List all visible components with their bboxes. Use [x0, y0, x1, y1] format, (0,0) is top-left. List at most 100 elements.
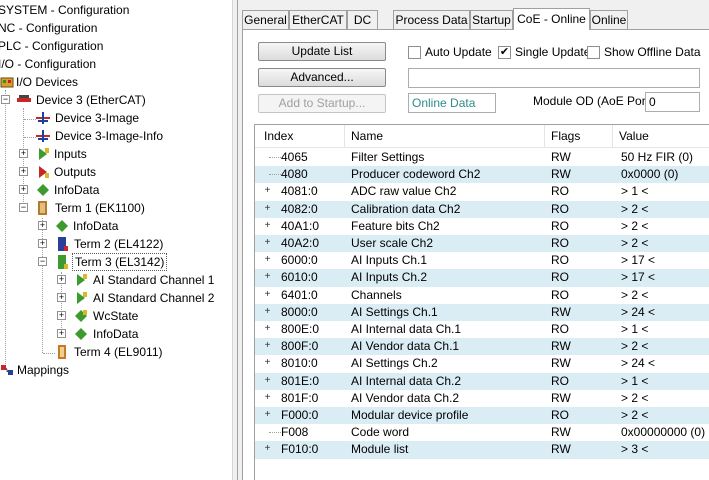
checkmark-icon[interactable]: ✔: [498, 46, 511, 59]
tab-startup[interactable]: Startup: [470, 10, 513, 29]
cell-index: 4081:0: [281, 184, 318, 199]
tab-ethercat[interactable]: EtherCAT: [289, 10, 347, 29]
expand-icon[interactable]: +: [57, 293, 66, 302]
expand-icon[interactable]: +: [263, 186, 272, 196]
checkbox-box[interactable]: [408, 46, 421, 59]
table-row[interactable]: +40A1:0 Feature bits Ch2 RO > 2 <: [255, 218, 709, 235]
expand-icon[interactable]: +: [57, 275, 66, 284]
collapse-icon[interactable]: −: [1, 95, 10, 104]
table-row[interactable]: + F000:0 Modular device profile RO > 2 <: [255, 407, 709, 425]
cell-value: 50 Hz FIR (0): [621, 150, 694, 164]
tree-item-label: Device 3-Image: [55, 111, 140, 125]
expand-icon[interactable]: +: [19, 167, 28, 176]
table-row[interactable]: + F010:0 Module list RW > 3 <: [255, 441, 709, 459]
expand-icon[interactable]: +: [263, 375, 272, 386]
cell-name: AI Internal data Ch.2: [351, 373, 462, 388]
column-header-value[interactable]: Value: [613, 125, 709, 147]
outputs-icon: [39, 166, 49, 178]
table-row[interactable]: +40A2:0 User scale Ch2 RO > 2 <: [255, 235, 709, 253]
table-row[interactable]: +801E:0 AI Internal data Ch.2 RO > 1 <: [255, 372, 709, 390]
table-row[interactable]: +6000:0 AI Inputs Ch.1 RO > 17 <: [255, 252, 709, 269]
tab-coe-online[interactable]: CoE - Online: [513, 8, 590, 30]
expand-icon[interactable]: +: [263, 220, 272, 231]
inputs-icon: [77, 292, 87, 304]
tree-item-label: InfoData: [73, 219, 119, 233]
cell-index: 801F:0: [281, 390, 319, 405]
expand-icon[interactable]: +: [263, 203, 272, 214]
cell-flags: RW: [551, 339, 571, 354]
table-row[interactable]: F008 Code word RW 0x00000000 (0): [255, 424, 709, 441]
table-row[interactable]: 4080 Producer codeword Ch2 RW 0x0000 (0): [255, 166, 709, 184]
tree-item-label: Mappings: [17, 363, 70, 377]
image-icon: [36, 112, 50, 124]
expand-icon[interactable]: +: [19, 149, 28, 158]
tree-item-label: SYSTEM - Configuration: [0, 3, 130, 17]
coe-object-table[interactable]: Index Name Flags Value 4065 Filter Settin…: [254, 124, 709, 480]
tree-item-label: Term 2 (EL4122): [74, 237, 164, 251]
cell-name: AI Inputs Ch.2: [351, 270, 428, 285]
table-row[interactable]: +4081:0 ADC raw value Ch2 RO > 1 <: [255, 183, 709, 200]
cell-name: Producer codeword Ch2: [351, 167, 481, 182]
checkbox-box[interactable]: [587, 46, 600, 59]
tree-item-label: AI Standard Channel 2: [93, 291, 215, 305]
tab-general[interactable]: General: [242, 10, 289, 29]
add-to-startup-button[interactable]: Add to Startup...: [258, 94, 386, 113]
expand-icon[interactable]: +: [19, 185, 28, 194]
tree-item-label: I/O - Configuration: [0, 57, 97, 71]
cell-value: > 2 <: [621, 236, 649, 250]
expand-icon[interactable]: +: [57, 329, 66, 338]
cell-value: > 2 <: [621, 390, 649, 405]
expand-icon[interactable]: +: [57, 311, 66, 320]
expand-icon[interactable]: +: [263, 255, 272, 265]
expand-icon[interactable]: +: [263, 410, 272, 420]
tree-item-label: Inputs: [54, 147, 87, 161]
cell-name: AI Inputs Ch.1: [351, 253, 428, 268]
collapse-icon[interactable]: −: [19, 203, 28, 212]
expand-icon[interactable]: +: [263, 238, 272, 248]
expand-icon[interactable]: +: [38, 221, 47, 230]
expand-icon[interactable]: +: [263, 306, 272, 317]
wcstate-icon: [75, 310, 87, 322]
expand-icon[interactable]: +: [263, 444, 272, 454]
table-row[interactable]: +8000:0 AI Settings Ch.1 RW > 24 <: [255, 303, 709, 321]
description-field[interactable]: [408, 68, 700, 88]
tab-process-data[interactable]: Process Data: [393, 10, 470, 29]
expand-icon[interactable]: +: [263, 392, 272, 403]
table-row[interactable]: 4065 Filter Settings RW 50 Hz FIR (0): [255, 149, 709, 166]
tree-item-label: Outputs: [54, 165, 97, 179]
inputs-icon: [39, 148, 49, 160]
table-row[interactable]: +801F:0 AI Vendor data Ch.2 RW > 2 <: [255, 390, 709, 407]
expand-icon[interactable]: +: [38, 239, 47, 248]
collapse-icon[interactable]: −: [38, 257, 47, 266]
cell-flags: RW: [551, 167, 571, 182]
cell-name: Filter Settings: [351, 150, 425, 164]
cell-value: > 1 <: [621, 184, 649, 199]
table-row[interactable]: +6401:0 Channels RO > 2 <: [255, 287, 709, 304]
tab-online[interactable]: Online: [590, 10, 628, 29]
tab-dc[interactable]: DC: [347, 10, 378, 29]
expand-icon[interactable]: +: [263, 272, 272, 282]
column-header-name[interactable]: Name: [345, 125, 545, 147]
table-row[interactable]: +800E:0 AI Internal data Ch.1 RO > 1 <: [255, 321, 709, 338]
update-list-button[interactable]: Update List: [258, 42, 386, 61]
tree-line: [269, 432, 281, 434]
io-devices-icon: [0, 77, 14, 88]
table-row[interactable]: +4082:0 Calibration data Ch2 RO > 2 <: [255, 200, 709, 218]
column-header-flags[interactable]: Flags: [545, 125, 613, 147]
solution-tree[interactable]: SYSTEM - Configuration NC - Configuratio…: [0, 0, 232, 480]
table-row[interactable]: +8010:0 AI Settings Ch.2 RW > 24 <: [255, 355, 709, 372]
module-od-input[interactable]: 0: [645, 92, 700, 112]
column-header-index[interactable]: Index: [255, 125, 345, 147]
advanced-button[interactable]: Advanced...: [258, 68, 386, 87]
table-row[interactable]: +6010:0 AI Inputs Ch.2 RO > 17 <: [255, 269, 709, 287]
expand-icon[interactable]: +: [263, 324, 272, 334]
cell-index: 4065: [281, 150, 308, 164]
expand-icon[interactable]: +: [263, 289, 272, 300]
table-row[interactable]: +800F:0 AI Vendor data Ch.1 RW > 2 <: [255, 338, 709, 356]
cell-flags: RO: [551, 236, 569, 250]
expand-icon[interactable]: +: [263, 341, 272, 351]
cell-value: > 2 <: [621, 201, 649, 216]
cell-value: > 2 <: [621, 408, 649, 422]
expand-icon[interactable]: +: [263, 358, 272, 368]
cell-index: 6401:0: [281, 287, 318, 302]
